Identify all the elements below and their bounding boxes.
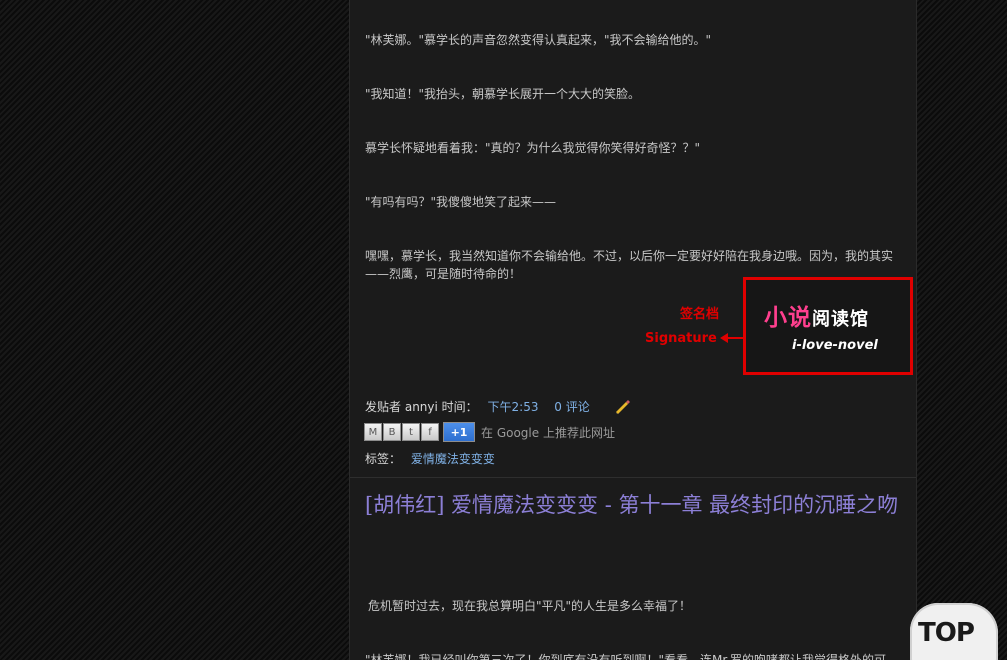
story-paragraph: 危机暂时过去，现在我总算明白"平凡"的人生是多么幸福了！ (368, 599, 692, 613)
signature-logo-cn: 小说阅读馆 (764, 305, 869, 331)
back-to-top-button[interactable]: TOP (910, 603, 998, 660)
signature-label-en: Signature (645, 331, 717, 346)
post-meta: 发贴者 annyi 时间： 下午2:53 0 评论 (365, 398, 590, 415)
comments-link[interactable]: 0 评论 (554, 400, 589, 414)
tags-label: 标签： (365, 452, 402, 466)
post-divider (350, 477, 916, 478)
story-paragraph: "林芙娜。"慕学长的声音忽然变得认真起来，"我不会输给他的。" (365, 33, 712, 47)
share-buttons-row: M B t f +1 在 Google 上推荐此网址 (364, 422, 615, 442)
story-paragraph: "有吗有吗？"我傻傻地笑了起来—— (365, 195, 557, 209)
posted-by-label: 发贴者 (365, 400, 402, 414)
twitter-share-button[interactable]: t (402, 423, 420, 441)
blogger-share-button[interactable]: B (383, 423, 401, 441)
time-label: 时间： (441, 400, 478, 414)
signature-label-cn: 签名档 (680, 307, 720, 322)
signature-logo-en: i-love-novel (792, 338, 878, 353)
google-recommend-text: 在 Google 上推荐此网址 (481, 425, 615, 440)
edit-pencil-icon[interactable] (615, 399, 631, 415)
story-paragraph: "林芙娜！我已经叫你第三次了！你到底有没有听到啊！"看看，连Mr.罗的咆哮都让我… (365, 653, 887, 660)
facebook-share-button[interactable]: f (421, 423, 439, 441)
author-name: annyi (404, 400, 438, 414)
tag-link[interactable]: 爱情魔法变变变 (411, 452, 495, 466)
post-time-link[interactable]: 下午2:53 (488, 400, 539, 414)
google-plus-one-button[interactable]: +1 (443, 422, 475, 442)
post-title-link[interactable]: [胡伟红] 爱情魔法变变变 - 第十一章 最终封印的沉睡之吻 (365, 492, 905, 519)
story-paragraph: "我知道！"我抬头，朝慕学长展开一个大大的笑脸。 (365, 87, 641, 101)
story-paragraph: 慕学长怀疑地看着我："真的？为什么我觉得你笑得好奇怪？？" (365, 141, 701, 155)
arrow-left-icon (720, 333, 744, 343)
top-label: TOP (918, 618, 975, 648)
post-tags: 标签： 爱情魔法变变变 (365, 450, 495, 467)
email-share-button[interactable]: M (364, 423, 382, 441)
signature-image: 小说阅读馆 i-love-novel (743, 277, 913, 375)
